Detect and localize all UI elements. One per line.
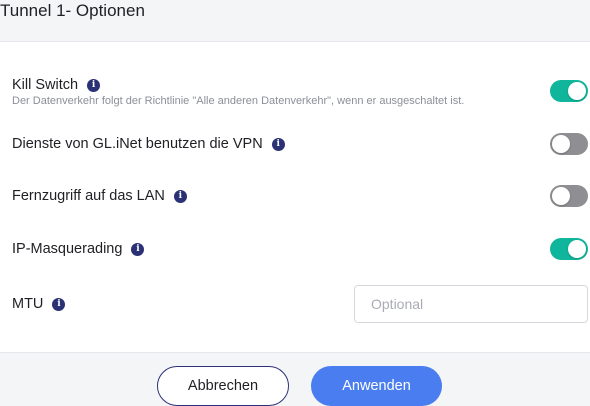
glinet-services-toggle[interactable] (550, 133, 588, 155)
option-label-row: MTU i (12, 295, 66, 313)
cancel-button[interactable]: Abbrechen (157, 366, 289, 406)
toggle-knob (568, 240, 586, 258)
dialog-footer: Abbrechen Anwenden (0, 352, 590, 406)
remote-lan-label: Fernzugriff auf das LAN (12, 188, 165, 204)
option-label-row: IP-Masquerading i (12, 240, 145, 258)
kill-switch-label: Kill Switch (12, 77, 79, 93)
toggle-knob (552, 187, 570, 205)
options-panel: Kill Switch i Der Datenverkehr folgt der… (0, 42, 590, 352)
info-icon[interactable]: i (173, 189, 187, 203)
info-icon[interactable]: i (87, 78, 101, 92)
toggle-knob (568, 82, 586, 100)
kill-switch-description: Der Datenverkehr folgt der Richtlinie "A… (12, 95, 465, 107)
mtu-label: MTU (12, 296, 44, 312)
option-label-row: Dienste von GL.iNet benutzen die VPN i (12, 135, 285, 153)
option-row-glinet-services: Dienste von GL.iNet benutzen die VPN i (12, 133, 588, 155)
option-label-row: Fernzugriff auf das LAN i (12, 187, 187, 205)
option-row-kill-switch: Kill Switch i Der Datenverkehr folgt der… (12, 76, 588, 112)
kill-switch-toggle[interactable] (550, 80, 588, 102)
option-label-row: Kill Switch i (12, 76, 101, 94)
mtu-input[interactable] (354, 285, 588, 323)
option-row-remote-lan: Fernzugriff auf das LAN i (12, 185, 588, 207)
glinet-services-label: Dienste von GL.iNet benutzen die VPN (12, 136, 263, 152)
option-row-mtu: MTU i (12, 285, 588, 323)
info-icon[interactable]: i (52, 297, 66, 311)
info-icon[interactable]: i (271, 137, 285, 151)
toggle-knob (552, 135, 570, 153)
apply-button[interactable]: Anwenden (311, 366, 442, 406)
ip-masquerading-toggle[interactable] (550, 238, 588, 260)
info-icon[interactable]: i (131, 242, 145, 256)
ip-masquerading-label: IP-Masquerading (12, 241, 123, 257)
option-row-ip-masquerading: IP-Masquerading i (12, 238, 588, 260)
remote-lan-toggle[interactable] (550, 185, 588, 207)
dialog-title: Tunnel 1- Optionen (0, 1, 145, 20)
dialog-header: Tunnel 1- Optionen (0, 0, 590, 42)
